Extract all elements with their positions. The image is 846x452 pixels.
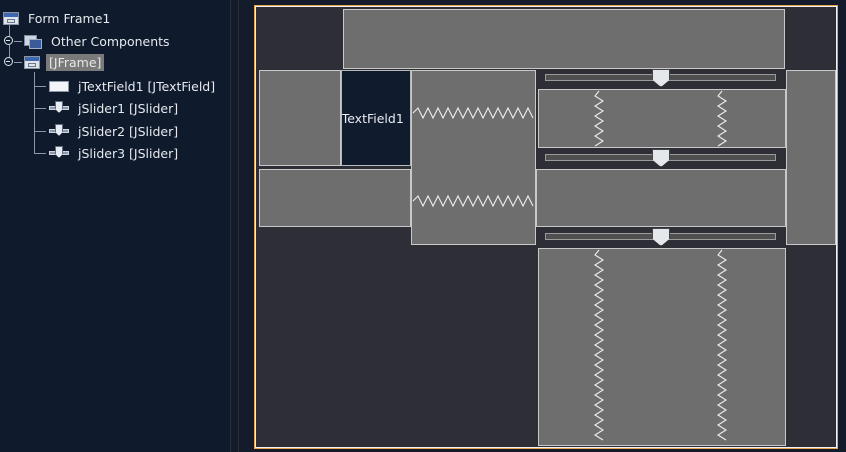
vertical-spring	[593, 90, 605, 147]
jframe-designer[interactable]: jTextField1	[254, 5, 838, 449]
tree-node-jslider3[interactable]: jSlider3 [JSlider]	[49, 143, 181, 163]
tree-node-other-components[interactable]: Other Components	[24, 31, 173, 51]
tree-node-jslider1[interactable]: jSlider1 [JSlider]	[49, 98, 181, 118]
tree-node-label: jSlider2 [JSlider]	[78, 123, 179, 139]
splitter[interactable]	[230, 0, 239, 452]
tree-node-label: [JFrame]	[46, 53, 105, 71]
navigator-tree: Form Frame1 Other Components [JFrame] jT…	[0, 0, 230, 452]
tree-node-label: Form Frame1	[28, 10, 111, 26]
jframe-icon	[24, 55, 40, 69]
tree-connector	[14, 62, 22, 63]
tree-node-jtextfield1[interactable]: jTextField1 [JTextField]	[49, 76, 218, 96]
tree-node-jslider2[interactable]: jSlider2 [JSlider]	[49, 121, 181, 141]
vertical-spring	[716, 249, 728, 441]
horizontal-spring	[412, 106, 534, 120]
tree-node-form-frame[interactable]: Form Frame1	[3, 8, 113, 28]
slider-icon	[49, 124, 69, 138]
vertical-spring	[593, 249, 605, 441]
tree-connector	[34, 86, 46, 87]
tree-connector	[34, 108, 46, 109]
slider-icon	[49, 146, 69, 160]
tree-node-jframe[interactable]: [JFrame]	[24, 52, 105, 72]
tree-node-label: jSlider3 [JSlider]	[78, 145, 179, 161]
other-components-icon	[24, 33, 42, 49]
horizontal-spring	[412, 194, 534, 208]
collapse-toggle-icon[interactable]	[4, 57, 13, 66]
collapse-toggle-icon[interactable]	[4, 36, 13, 45]
tree-node-label: jTextField1 [JTextField]	[78, 78, 216, 94]
tree-connector	[14, 41, 22, 42]
tree-connector	[34, 131, 46, 132]
textfield-icon	[49, 80, 69, 92]
layout-springs	[412, 90, 728, 441]
form-icon	[3, 11, 19, 25]
tree-node-label: jSlider1 [JSlider]	[78, 100, 179, 116]
tree-connector	[34, 153, 46, 154]
tree-connector	[34, 72, 35, 154]
vertical-spring	[716, 90, 728, 147]
slider-icon	[49, 101, 69, 115]
tree-node-label: Other Components	[51, 33, 170, 49]
